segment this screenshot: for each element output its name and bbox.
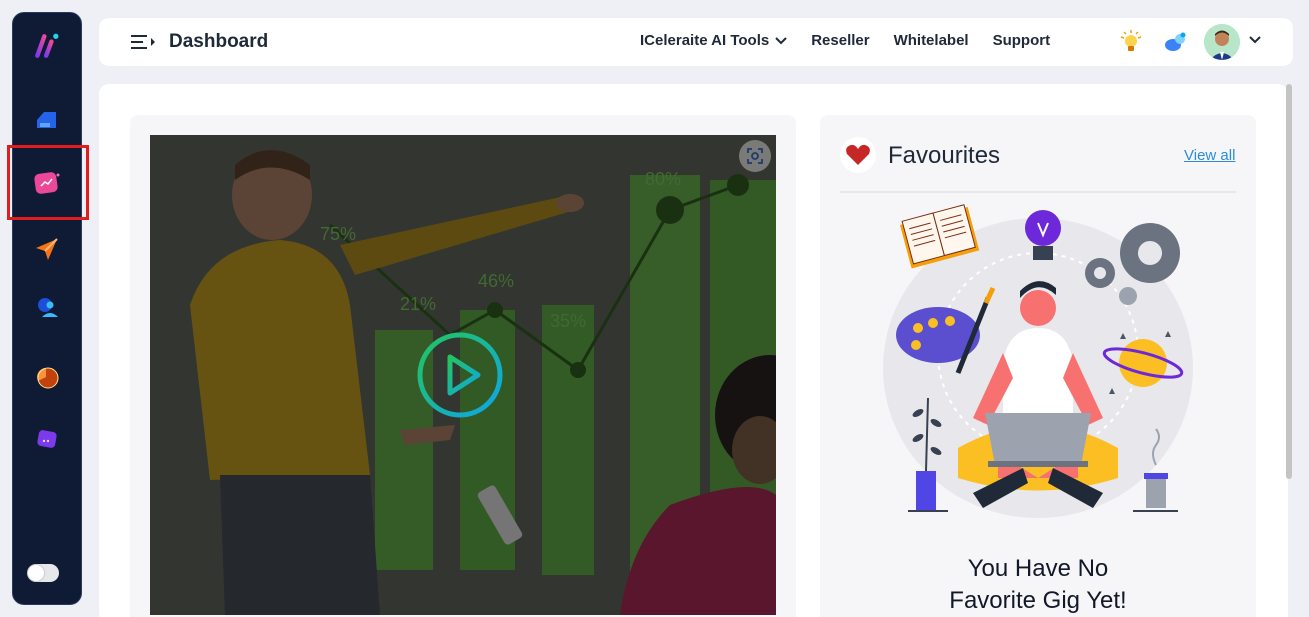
favourites-card: Favourites View all You Have No Favorite… xyxy=(820,115,1256,617)
theme-toggle[interactable] xyxy=(27,564,59,582)
menu-toggle-icon[interactable] xyxy=(129,32,157,52)
intro-video[interactable]: 75% 21% 46% 35% 80% xyxy=(150,135,776,615)
avatar[interactable] xyxy=(1204,24,1240,60)
home-icon[interactable] xyxy=(32,105,62,135)
empty-state-message: You Have No Favorite Gig Yet! xyxy=(820,553,1256,617)
sidebar xyxy=(12,12,82,605)
heart-icon xyxy=(840,137,876,173)
favourites-title: Favourites xyxy=(888,142,1001,169)
user-search-icon[interactable] xyxy=(32,293,62,323)
top-nav: ICeleraite AI Tools Reseller Whitelabel … xyxy=(640,32,1050,49)
empty-line-1: You Have No xyxy=(967,555,1109,582)
nav-ai-tools[interactable]: ICeleraite AI Tools xyxy=(640,32,787,49)
page-title: Dashboard xyxy=(169,31,269,52)
scrollbar[interactable] xyxy=(1286,84,1292,479)
divider xyxy=(840,191,1236,193)
view-all-link[interactable]: View all xyxy=(1184,147,1235,164)
send-icon[interactable] xyxy=(32,235,62,265)
nav-support[interactable]: Support xyxy=(993,32,1051,49)
pie-icon[interactable] xyxy=(32,363,62,393)
nav-whitelabel[interactable]: Whitelabel xyxy=(894,32,969,49)
toggle-knob xyxy=(28,565,44,581)
nav-ai-tools-label: ICeleraite AI Tools xyxy=(640,32,770,49)
nav-reseller[interactable]: Reseller xyxy=(811,32,869,49)
play-button[interactable] xyxy=(416,331,504,419)
capture-icon[interactable] xyxy=(739,140,771,172)
notifications-icon[interactable] xyxy=(1161,28,1189,56)
chat-icon[interactable] xyxy=(32,425,62,455)
app-logo-icon[interactable] xyxy=(32,31,62,61)
selection-highlight xyxy=(7,145,89,220)
top-bar: Dashboard ICeleraite AI Tools Reseller W… xyxy=(99,18,1293,66)
account-chevron-icon[interactable] xyxy=(1247,32,1263,48)
chevron-down-icon xyxy=(775,36,787,44)
empty-line-2: Favorite Gig Yet! xyxy=(949,587,1127,614)
lightbulb-icon[interactable] xyxy=(1117,28,1145,56)
empty-state-illustration xyxy=(878,203,1198,523)
